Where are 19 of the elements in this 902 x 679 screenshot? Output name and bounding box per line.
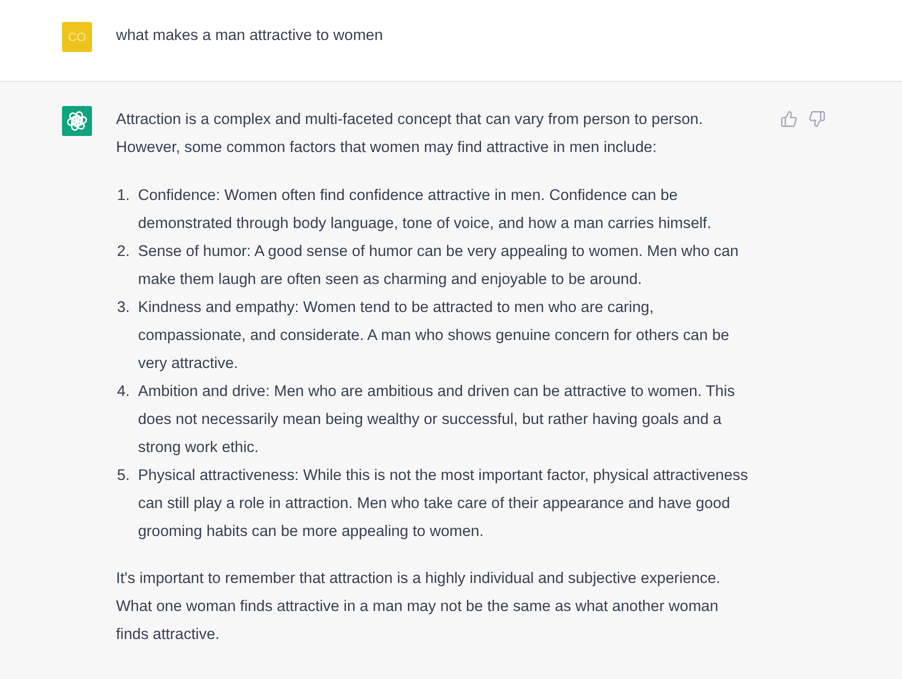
thumbs-up-icon bbox=[781, 111, 797, 127]
user-avatar: CO bbox=[62, 22, 92, 52]
answer-paragraph: Attraction is a complex and multi-faceted concept that can vary from person to person. However, some common factors that women may find attractive in men include: bbox=[116, 110, 704, 158]
list-number: 1. bbox=[116, 186, 131, 206]
list-number: 3. bbox=[116, 298, 131, 318]
user-message-text: what makes a man attractive to women bbox=[116, 26, 383, 46]
knot-logo-icon bbox=[62, 106, 92, 136]
thumbs-down-button[interactable] bbox=[809, 111, 825, 127]
thumbs-down-icon bbox=[809, 111, 825, 127]
list-item-text: Kindness and empathy: Women tend to be attracted to men who are caring, compassionate, and considerate. A man who shows genuine concern for others can be very attractive. bbox=[138, 298, 730, 374]
answer-paragraph: It's important to remember that attraction is a highly individual and subjective experience. What one woman finds attractive in a man may not be the same as what another woman finds attractive. bbox=[116, 569, 722, 645]
thumbs-up-button[interactable] bbox=[781, 111, 797, 127]
list-number: 4. bbox=[116, 382, 131, 402]
list-number: 2. bbox=[116, 242, 131, 262]
list-number: 5. bbox=[116, 466, 131, 486]
list-item-text: Physical attractiveness: While this is not the most important factor, physical attractiveness can still play a role in attraction. Men who take care of their appearance and have good grooming habits can be more appealing to women. bbox=[138, 466, 749, 542]
list-item-text: Ambition and drive: Men who are ambitious and driven can be attractive to women. This does not necessarily mean being wealthy or successful, but rather having goals and a strong work ethic. bbox=[138, 382, 736, 458]
list-item-text: Sense of humor: A good sense of humor can be very appealing to women. Men who can make them laugh are often seen as charming and enjoyable to be around. bbox=[138, 242, 740, 290]
list-item-text: Confidence: Women often find confidence attractive in men. Confidence can be demonstrated through body language, tone of voice, and how a man carries himself. bbox=[138, 186, 712, 234]
